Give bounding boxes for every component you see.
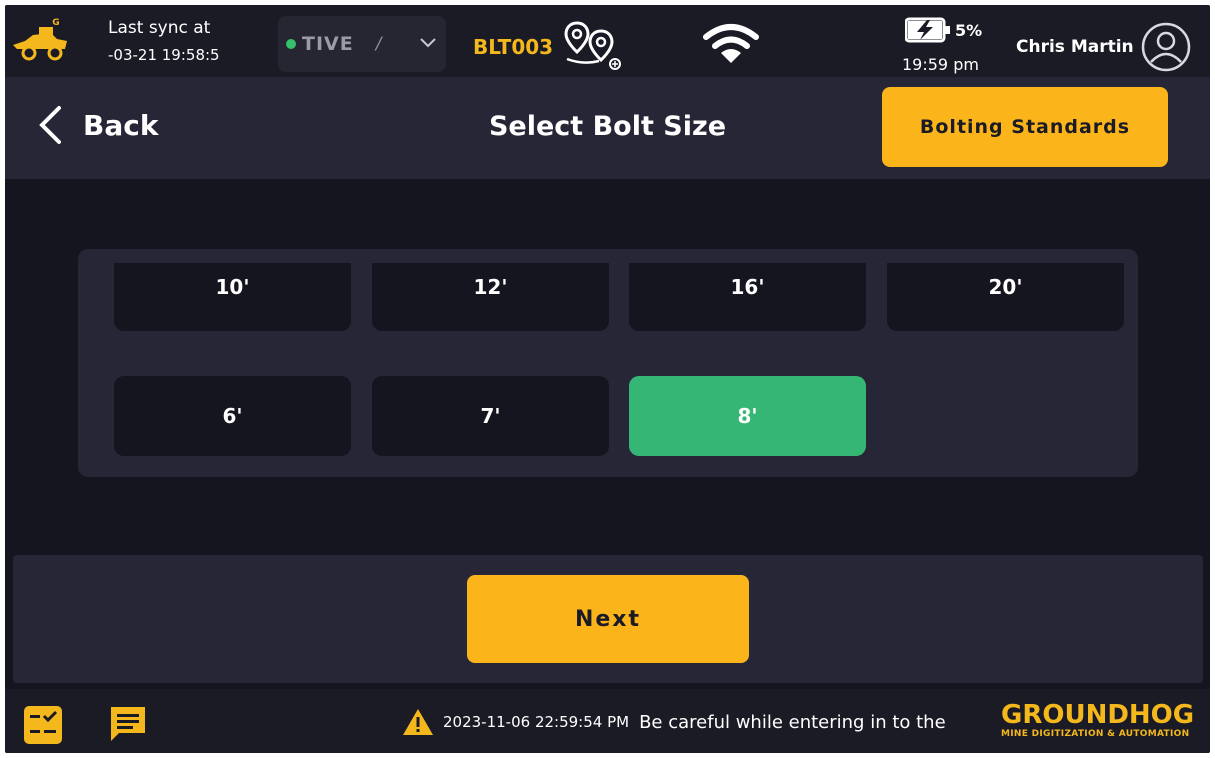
bolt-size-option[interactable]: 7' [372, 376, 609, 456]
route-location-icon[interactable] [563, 19, 623, 71]
chevron-down-icon [420, 38, 436, 48]
alert-message: Be careful while entering in to the [639, 711, 946, 733]
machine-id: BLT003 [473, 35, 554, 59]
bolt-size-option-selected[interactable]: 8' [629, 376, 866, 456]
page-header: Back Select Bolt Size Bolting Standards [5, 77, 1210, 179]
chat-icon[interactable] [107, 703, 149, 745]
bolt-size-grid: 10' 12' 16' 20' 6' 7' 8' [78, 249, 1138, 477]
status-value: TIVE [302, 33, 354, 55]
last-sync: Last sync at -03-21 19:58:5 [108, 15, 220, 69]
status-dot-icon [286, 39, 296, 49]
alert-timestamp: 2023-11-06 22:59:54 PM [443, 713, 630, 731]
bottom-bar: 2023-11-06 22:59:54 PM Be careful while … [5, 689, 1210, 753]
machine-status-select[interactable]: TIVE / [278, 16, 446, 72]
next-button[interactable]: Next [467, 575, 749, 663]
bolt-size-option[interactable]: 16' [629, 263, 866, 331]
app-frame: G Last sync at -03-21 19:58:5 TIVE / BLT… [5, 5, 1210, 753]
battery-percent: 5% [955, 20, 983, 40]
sync-time: -03-21 19:58:5 [108, 46, 220, 64]
brand-logo: GROUNDHOG MINE DIGITIZATION & AUTOMATION [1001, 701, 1201, 739]
bolt-size-option[interactable]: 6' [114, 376, 351, 456]
status-bar: G Last sync at -03-21 19:58:5 TIVE / BLT… [5, 5, 1210, 77]
brand-tagline: MINE DIGITIZATION & AUTOMATION [1001, 729, 1190, 739]
battery-charging-icon [905, 17, 950, 43]
groundhog-logo-icon: G [13, 18, 67, 61]
bolt-size-option[interactable]: 12' [372, 263, 609, 331]
clock-time: 19:59 pm [902, 55, 979, 74]
checklist-icon[interactable] [23, 705, 63, 745]
sync-label: Last sync at [108, 18, 211, 38]
action-bar: Next [13, 555, 1203, 683]
battery-status: 5% [905, 17, 982, 43]
user-name: Chris Martin [1016, 37, 1134, 57]
warning-icon [403, 709, 433, 735]
bolt-size-option[interactable]: 10' [114, 263, 351, 331]
brand-name: GROUNDHOG [1001, 700, 1195, 730]
user-avatar-icon[interactable] [1141, 22, 1191, 72]
alert-ticker: 2023-11-06 22:59:54 PM Be careful while … [401, 707, 991, 737]
bolt-size-option[interactable]: 20' [887, 263, 1124, 331]
wifi-icon [703, 24, 759, 63]
svg-text:G: G [52, 18, 59, 28]
status-separator: / [375, 34, 382, 54]
bolting-standards-button[interactable]: Bolting Standards [882, 87, 1168, 167]
